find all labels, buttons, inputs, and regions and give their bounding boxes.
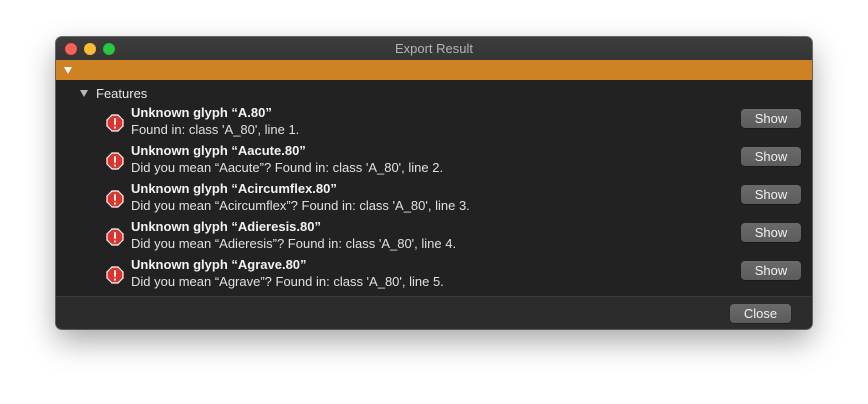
error-exclamation-icon	[106, 114, 124, 132]
issue-detail: Did you mean “Agrave”? Found in: class '…	[131, 274, 444, 289]
issue-row: Unknown glyph “Acircumflex.80” Did you m…	[56, 180, 812, 218]
status-bar[interactable]	[56, 60, 812, 80]
error-exclamation-icon	[106, 266, 124, 284]
issue-row: Unknown glyph “Agrave.80” Did you mean “…	[56, 256, 812, 294]
title-bar: Export Result	[56, 37, 812, 61]
disclosure-triangle-icon[interactable]	[80, 89, 88, 97]
issue-title: Unknown glyph “Acircumflex.80”	[131, 181, 337, 196]
window-title: Export Result	[394, 41, 474, 56]
issue-detail: Found in: class 'A_80', line 1.	[131, 122, 300, 137]
disclosure-triangle-icon[interactable]	[64, 67, 72, 74]
issue-title: Unknown glyph “Adieresis.80”	[131, 219, 321, 234]
section-label: Features	[96, 85, 148, 101]
show-button[interactable]: Show	[741, 147, 801, 166]
issue-detail: Did you mean “Aacute”? Found in: class '…	[131, 160, 444, 175]
dialog-footer: Close	[56, 296, 812, 329]
issue-title: Unknown glyph “Agrave.80”	[131, 257, 307, 272]
results-list: Features Unknown glyph “A.80” Found in: …	[56, 80, 812, 296]
error-exclamation-icon	[106, 190, 124, 208]
issue-row: Unknown glyph “A.80” Found in: class 'A_…	[56, 104, 812, 142]
issue-title: Unknown glyph “Aacute.80”	[131, 143, 306, 158]
issue-detail: Did you mean “Acircumflex”? Found in: cl…	[131, 198, 470, 213]
close-button[interactable]: Close	[730, 304, 791, 323]
issue-detail: Did you mean “Adieresis”? Found in: clas…	[131, 236, 457, 251]
show-button[interactable]: Show	[741, 261, 801, 280]
error-exclamation-icon	[106, 228, 124, 246]
export-result-window: Export Result Features Unknown glyph “A.…	[56, 37, 812, 329]
show-button[interactable]: Show	[741, 109, 801, 128]
issue-row: Unknown glyph “Adieresis.80” Did you mea…	[56, 218, 812, 256]
features-section-header[interactable]: Features	[80, 85, 147, 101]
error-exclamation-icon	[106, 152, 124, 170]
show-button[interactable]: Show	[741, 185, 801, 204]
show-button[interactable]: Show	[741, 223, 801, 242]
issue-row: Unknown glyph “Aacute.80” Did you mean “…	[56, 142, 812, 180]
issue-title: Unknown glyph “A.80”	[131, 105, 272, 120]
